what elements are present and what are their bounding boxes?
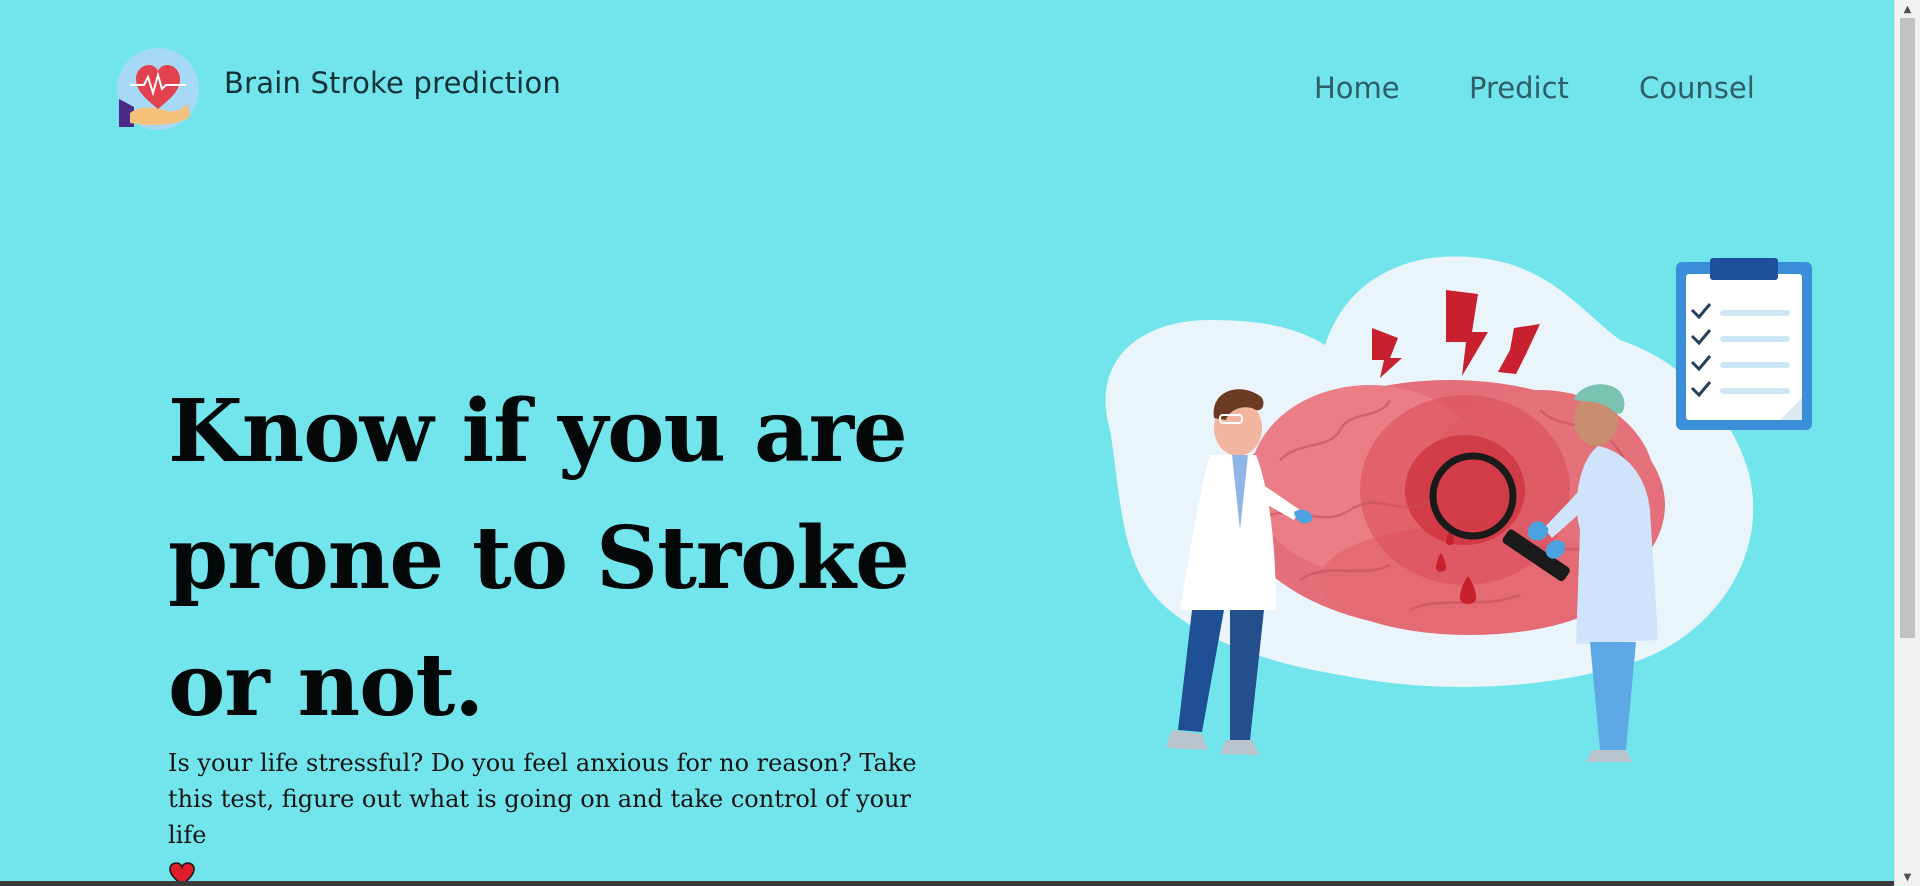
page: Brain Stroke prediction Home Predict Cou… — [0, 0, 1894, 886]
hero-subtitle: Is your life stressful? Do you feel anxi… — [168, 745, 948, 886]
nav-predict[interactable]: Predict — [1469, 71, 1569, 105]
clipboard-icon — [1676, 258, 1812, 430]
scroll-up-arrow-icon[interactable]: ▲ — [1895, 0, 1920, 18]
hero-title: Know if you are prone to Stroke or not. — [168, 381, 910, 736]
bottom-divider — [0, 881, 1894, 886]
vertical-scrollbar[interactable]: ▲ ▼ — [1894, 0, 1920, 886]
scrollbar-thumb[interactable] — [1900, 18, 1915, 638]
scroll-down-arrow-icon[interactable]: ▼ — [1895, 868, 1920, 886]
heart-hand-logo-icon — [117, 48, 199, 130]
logo[interactable] — [116, 47, 200, 131]
hero-subtitle-text: Is your life stressful? Do you feel anxi… — [168, 749, 917, 849]
nav-counsel[interactable]: Counsel — [1639, 71, 1755, 105]
doctors-examining-brain-illustration — [1105, 256, 1812, 762]
nav-home[interactable]: Home — [1314, 71, 1400, 105]
brand-name[interactable]: Brain Stroke prediction — [224, 66, 561, 100]
